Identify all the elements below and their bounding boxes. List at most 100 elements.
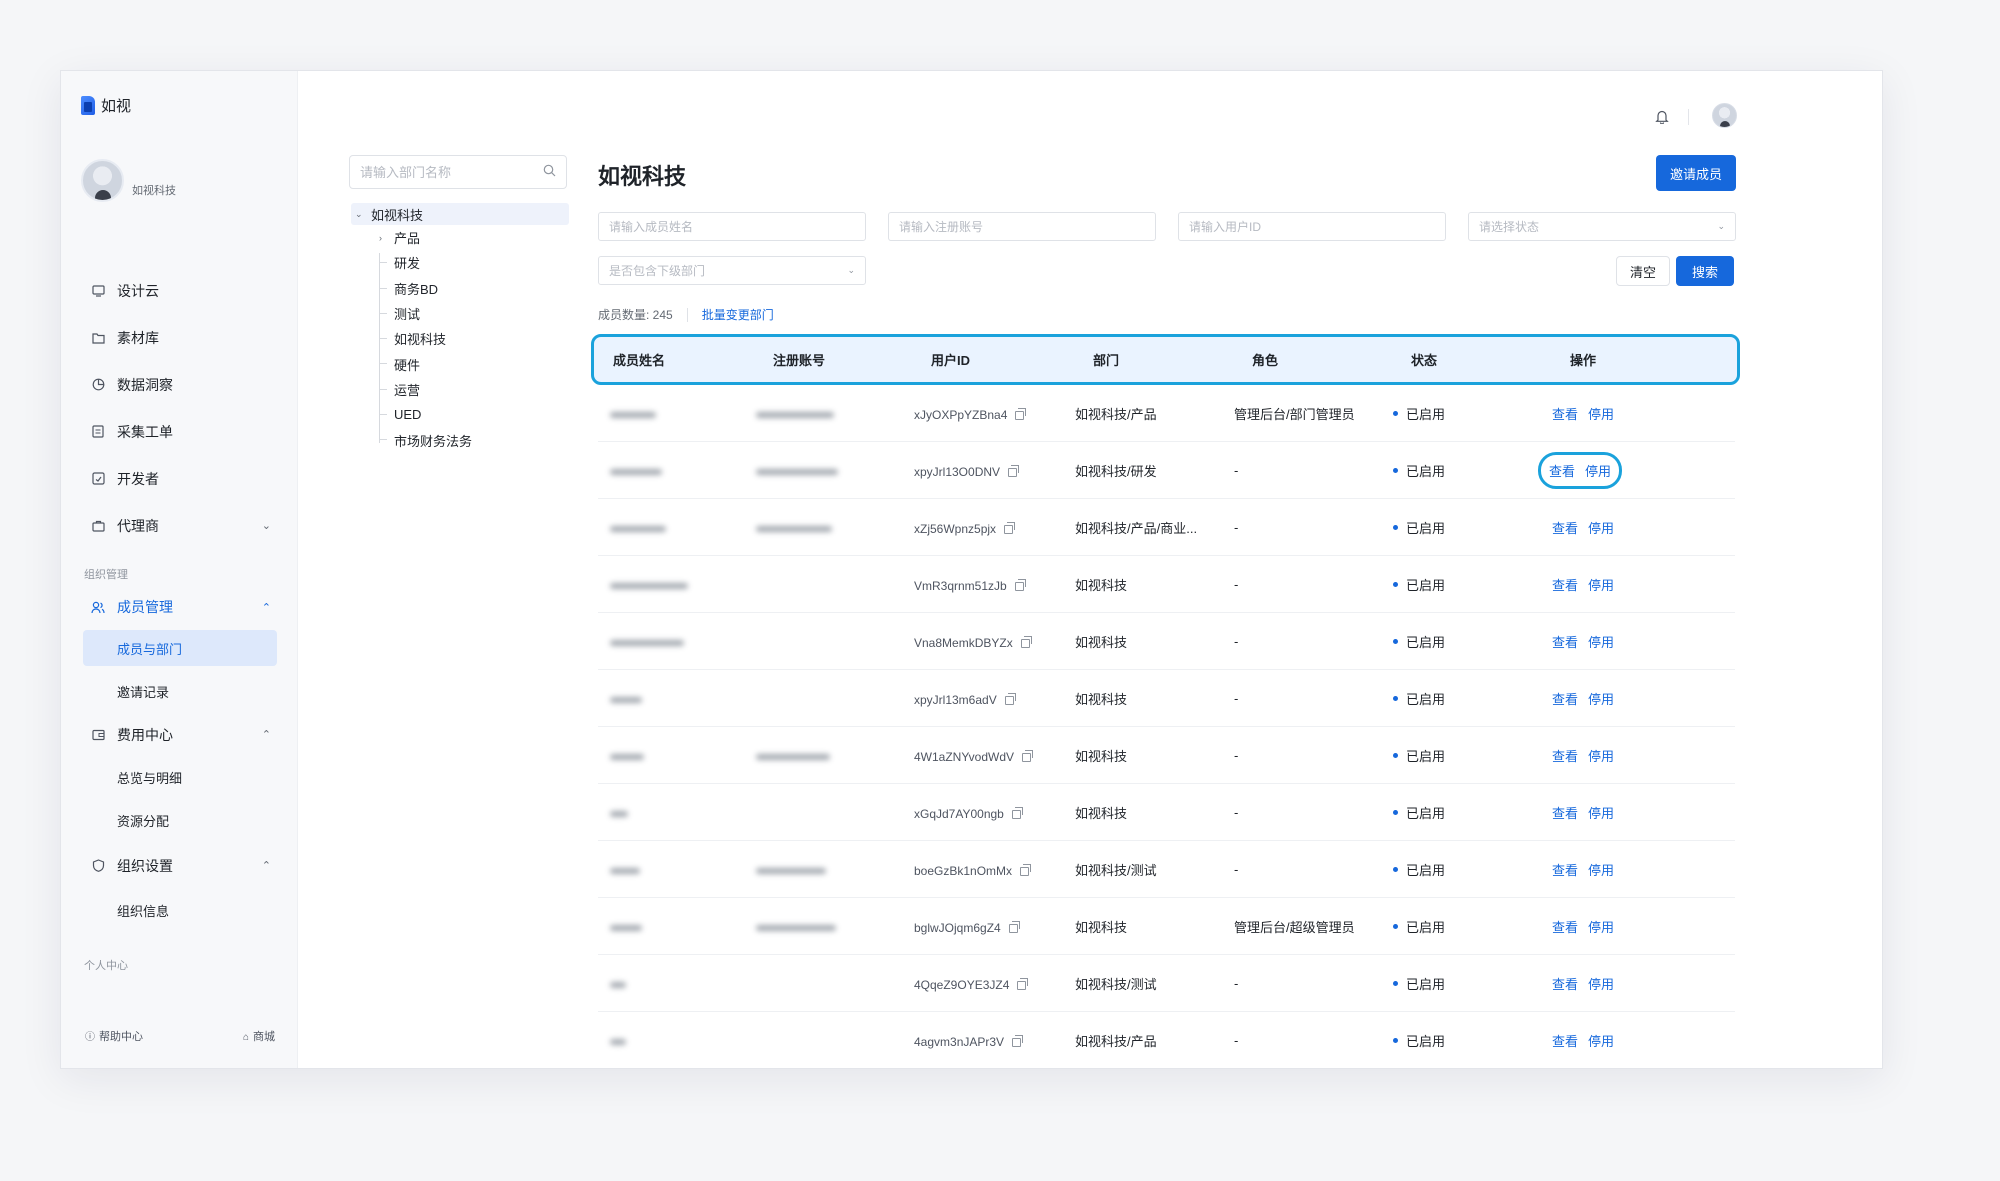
view-link[interactable]: 查看 xyxy=(1552,575,1578,594)
disable-link[interactable]: 停用 xyxy=(1588,518,1614,537)
status-select[interactable]: 请选择状态 ⌄ xyxy=(1468,212,1736,241)
invite-member-button[interactable]: 邀请成员 xyxy=(1656,155,1736,191)
disable-link[interactable]: 停用 xyxy=(1588,860,1614,879)
copy-icon[interactable] xyxy=(1022,749,1034,762)
member-name-field[interactable] xyxy=(598,212,866,241)
chevron-up-icon[interactable]: ⌃ xyxy=(262,601,271,614)
copy-icon[interactable] xyxy=(1020,863,1032,876)
view-link[interactable]: 查看 xyxy=(1549,461,1575,480)
member-name-input[interactable] xyxy=(609,219,840,234)
chevron-down-icon[interactable]: ⌄ xyxy=(355,209,371,220)
document-icon xyxy=(91,425,105,439)
search-icon[interactable] xyxy=(543,164,556,180)
disable-link[interactable]: 停用 xyxy=(1588,803,1614,822)
disable-link[interactable]: 停用 xyxy=(1588,1031,1614,1050)
disable-link[interactable]: 停用 xyxy=(1588,917,1614,936)
view-link[interactable]: 查看 xyxy=(1552,632,1578,651)
role-cell: 管理后台/超级管理员 xyxy=(1234,919,1355,935)
disable-link[interactable]: 停用 xyxy=(1585,461,1611,480)
member-name-cell xyxy=(598,520,756,535)
view-link[interactable]: 查看 xyxy=(1552,746,1578,765)
tree-node[interactable]: 测试 xyxy=(379,301,569,326)
disable-link[interactable]: 停用 xyxy=(1588,404,1614,423)
user-id-input[interactable] xyxy=(1189,219,1420,234)
user-id-field[interactable] xyxy=(1178,212,1446,241)
sidebar-item-overview[interactable]: 总览与明细 xyxy=(81,756,281,799)
tree-node-root[interactable]: ⌄ 如视科技 xyxy=(351,203,569,225)
copy-icon[interactable] xyxy=(1011,806,1023,819)
chevron-right-icon[interactable]: › xyxy=(379,233,382,243)
copy-icon[interactable] xyxy=(1008,464,1020,477)
view-link[interactable]: 查看 xyxy=(1552,689,1578,708)
sidebar-item-assets[interactable]: 素材库 xyxy=(81,314,281,361)
tree-node[interactable]: 研发 xyxy=(379,250,569,275)
batch-change-dept-link[interactable]: 批量变更部门 xyxy=(702,306,774,323)
copy-icon[interactable] xyxy=(1020,635,1032,648)
role-cell: - xyxy=(1234,747,1239,763)
sidebar-item-developer[interactable]: 开发者 xyxy=(81,455,281,502)
copy-icon[interactable] xyxy=(1004,692,1016,705)
sidebar-item-insights[interactable]: 数据洞察 xyxy=(81,361,281,408)
tree-node[interactable]: 运营 xyxy=(379,377,569,402)
view-link[interactable]: 查看 xyxy=(1552,860,1578,879)
copy-icon[interactable] xyxy=(1004,521,1016,534)
sidebar-item-member-dept[interactable]: 成员与部门 xyxy=(83,630,277,666)
copy-icon[interactable] xyxy=(1012,1034,1024,1047)
view-link[interactable]: 查看 xyxy=(1552,803,1578,822)
tree-node[interactable]: 商务BD xyxy=(379,276,569,301)
table-row: xpyJrl13O0DNV 如视科技/研发 - 已启用 查看 停用 xyxy=(598,442,1735,499)
copy-icon[interactable] xyxy=(1015,407,1027,420)
dept-search-input[interactable] xyxy=(360,164,530,180)
chevron-up-icon[interactable]: ⌃ xyxy=(262,859,271,872)
sidebar-item-org-info[interactable]: 组织信息 xyxy=(81,889,281,932)
clear-button[interactable]: 清空 xyxy=(1616,256,1670,286)
sidebar-item-work-orders[interactable]: 采集工单 xyxy=(81,408,281,455)
sidebar-item-billing[interactable]: 费用中心 ⌃ xyxy=(81,713,281,756)
tree-node[interactable]: 硬件 xyxy=(379,351,569,376)
chevron-down-icon[interactable]: ⌄ xyxy=(262,519,271,532)
subdept-select[interactable]: 是否包含下级部门 ⌄ xyxy=(598,256,866,285)
disable-link[interactable]: 停用 xyxy=(1588,689,1614,708)
user-id-cell: Vna8MemkDBYZx xyxy=(914,632,1075,650)
copy-icon[interactable] xyxy=(1017,977,1029,990)
search-button[interactable]: 搜索 xyxy=(1676,256,1734,286)
avatar[interactable] xyxy=(81,159,124,202)
view-link[interactable]: 查看 xyxy=(1552,974,1578,993)
tree-node[interactable]: UED xyxy=(379,402,569,427)
sidebar-item-agents[interactable]: 代理商 ⌄ xyxy=(81,502,281,549)
tree-node-label: 如视科技 xyxy=(394,332,447,348)
tree-node[interactable]: 市场财务法务 xyxy=(379,427,569,452)
table-row: bglwJOjqm6gZ4 如视科技 管理后台/超级管理员 已启用 查看 停用 xyxy=(598,898,1735,955)
view-link[interactable]: 查看 xyxy=(1552,1031,1578,1050)
sidebar-item-design-cloud[interactable]: 设计云 xyxy=(81,267,281,314)
sidebar-item-invite-records[interactable]: 邀请记录 xyxy=(81,670,281,713)
user-avatar[interactable] xyxy=(1712,103,1737,128)
status-dot xyxy=(1393,809,1398,815)
disable-link[interactable]: 停用 xyxy=(1588,974,1614,993)
logo[interactable]: 如视 xyxy=(81,95,131,116)
account-field[interactable] xyxy=(888,212,1156,241)
mall-link[interactable]: ⌂ 商城 xyxy=(243,1028,275,1044)
profile[interactable]: 如视科技 xyxy=(81,159,176,202)
sidebar-item-member-mgmt[interactable]: 成员管理 ⌃ xyxy=(81,587,281,627)
disable-link[interactable]: 停用 xyxy=(1588,746,1614,765)
copy-icon[interactable] xyxy=(1008,920,1020,933)
view-link[interactable]: 查看 xyxy=(1552,917,1578,936)
tree-node[interactable]: 如视科技 xyxy=(379,326,569,351)
sidebar-item-org-settings[interactable]: 组织设置 ⌃ xyxy=(81,842,281,889)
section-label-personal: 个人中心 xyxy=(84,960,128,972)
chevron-up-icon[interactable]: ⌃ xyxy=(262,728,271,741)
sidebar-item-label: 设计云 xyxy=(117,282,159,299)
disable-link[interactable]: 停用 xyxy=(1588,632,1614,651)
view-link[interactable]: 查看 xyxy=(1552,404,1578,423)
help-center-link[interactable]: ⓘ 帮助中心 xyxy=(85,1028,143,1044)
bell-icon[interactable] xyxy=(1655,109,1669,127)
account-input[interactable] xyxy=(899,219,1130,234)
sidebar-item-resource-alloc[interactable]: 资源分配 xyxy=(81,799,281,842)
copy-icon[interactable] xyxy=(1014,578,1026,591)
view-link[interactable]: 查看 xyxy=(1552,518,1578,537)
tree-node[interactable]: › 产品 xyxy=(379,225,569,250)
column-header-actions: 操作 xyxy=(1570,353,1597,368)
disable-link[interactable]: 停用 xyxy=(1588,575,1614,594)
dept-search-field[interactable] xyxy=(349,155,567,189)
